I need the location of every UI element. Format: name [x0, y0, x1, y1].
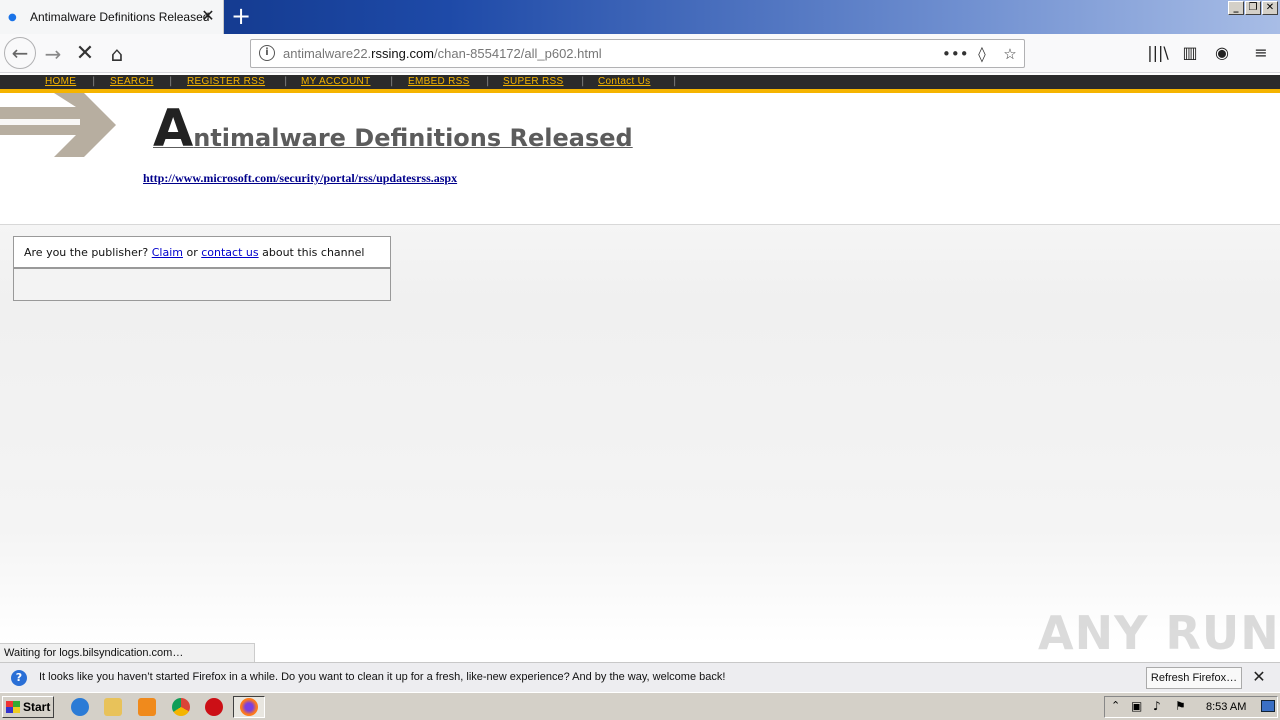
page-content: HOME | SEARCH | REGISTER RSS | MY ACCOUN…	[0, 73, 1280, 643]
opera-icon[interactable]	[205, 698, 223, 716]
account-icon[interactable]: ◉	[1210, 41, 1234, 65]
bookmark-star-icon[interactable]: ☆	[999, 43, 1021, 65]
firefox-icon	[240, 698, 258, 716]
screen: ● Antimalware Definitions Released ✕ + _…	[0, 0, 1280, 720]
url-bar[interactable]: i antimalware22.rssing.com/chan-8554172/…	[250, 39, 1025, 68]
site-info-icon[interactable]: i	[259, 45, 275, 61]
home-icon: ⌂	[110, 42, 124, 66]
contact-us-link[interactable]: contact us	[201, 246, 258, 259]
claim-link[interactable]: Claim	[152, 246, 183, 259]
show-desktop-icon[interactable]	[1261, 700, 1275, 712]
menu-icon[interactable]: ≡	[1249, 41, 1273, 65]
tray-expand-icon[interactable]: ⌃	[1111, 699, 1120, 712]
close-window-button[interactable]: ✕	[1262, 1, 1278, 15]
channel-header: Antimalware Definitions Released http://…	[0, 93, 1280, 225]
stop-loading-button[interactable]: ✕	[70, 39, 100, 69]
menu-super-rss-link[interactable]: SUPER RSS	[503, 76, 564, 87]
home-button[interactable]: ⌂	[102, 39, 132, 69]
menu-separator: |	[390, 76, 394, 87]
publisher-text: Are you the publisher? Claim or contact …	[24, 246, 365, 259]
internet-explorer-icon[interactable]	[71, 698, 89, 716]
menu-separator: |	[673, 76, 677, 87]
publisher-box: Are you the publisher? Claim or contact …	[13, 236, 391, 301]
menu-register-rss-link[interactable]: REGISTER RSS	[187, 76, 265, 87]
system-tray: ⌃ ▣ ♪ ⚑	[1104, 696, 1278, 718]
tab-loading-icon: ●	[8, 12, 17, 23]
feed-source-link[interactable]: http://www.microsoft.com/security/portal…	[143, 171, 457, 186]
back-arrow-icon: ←	[11, 41, 29, 65]
stop-icon: ✕	[75, 41, 95, 66]
tab-title: Antimalware Definitions Released	[30, 10, 210, 24]
windows-taskbar: Start ⌃ ▣ ♪ ⚑ 8:53 AM	[0, 692, 1280, 720]
action-center-flag-icon[interactable]: ⚑	[1175, 699, 1186, 713]
site-menu: HOME | SEARCH | REGISTER RSS | MY ACCOUN…	[0, 75, 1280, 89]
forward-arrow-icon: →	[44, 42, 62, 66]
close-tab-icon[interactable]: ✕	[199, 7, 217, 25]
menu-search-link[interactable]: SEARCH	[110, 76, 153, 87]
minimize-window-button[interactable]: _	[1228, 1, 1244, 15]
firefox-taskbar-button[interactable]	[233, 696, 265, 718]
file-explorer-icon[interactable]	[104, 698, 122, 716]
clock: 8:53 AM	[1206, 701, 1247, 713]
sidebar-icon[interactable]: ▥	[1178, 41, 1202, 65]
refresh-firefox-button[interactable]: Refresh Firefox…	[1146, 667, 1242, 689]
close-notification-icon[interactable]: ✕	[1250, 668, 1268, 686]
chrome-icon[interactable]	[172, 698, 190, 716]
menu-separator: |	[92, 76, 96, 87]
network-icon[interactable]: ▣	[1131, 699, 1142, 713]
notification-message: It looks like you haven’t started Firefo…	[39, 671, 726, 683]
new-tab-button[interactable]: +	[228, 4, 254, 30]
forward-button[interactable]: →	[38, 39, 68, 69]
windows-logo-icon	[6, 701, 20, 713]
menu-home-link[interactable]: HOME	[45, 76, 76, 87]
media-player-icon[interactable]	[138, 698, 156, 716]
status-bar: Waiting for logs.bilsyndication.com…	[0, 643, 255, 662]
pocket-icon[interactable]: ◊	[971, 43, 993, 65]
back-button[interactable]: ←	[4, 37, 36, 69]
arrow-logo-icon	[0, 93, 116, 157]
anyrun-watermark: ANY RUN	[1038, 606, 1280, 660]
browser-nav-bar: ← → ✕ ⌂ i antimalware22.rssing.com/chan-…	[0, 34, 1280, 73]
url-text[interactable]: antimalware22.rssing.com/chan-8554172/al…	[283, 46, 602, 61]
browser-tab-bar: ● Antimalware Definitions Released ✕ + _…	[0, 0, 1280, 34]
menu-contact-us-link[interactable]: Contact Us	[598, 76, 650, 87]
browser-tab[interactable]: ● Antimalware Definitions Released ✕	[0, 0, 224, 34]
start-button[interactable]: Start	[2, 696, 54, 718]
library-icon[interactable]: |||\	[1146, 41, 1170, 65]
restore-window-button[interactable]: ❐	[1245, 1, 1261, 15]
menu-my-account-link[interactable]: MY ACCOUNT	[301, 76, 371, 87]
publisher-box-top: Are you the publisher? Claim or contact …	[14, 237, 390, 269]
info-icon: ?	[11, 670, 27, 686]
menu-separator: |	[486, 76, 490, 87]
menu-separator: |	[581, 76, 585, 87]
channel-title[interactable]: Antimalware Definitions Released	[153, 103, 633, 155]
menu-separator: |	[284, 76, 288, 87]
menu-separator: |	[169, 76, 173, 87]
menu-embed-rss-link[interactable]: EMBED RSS	[408, 76, 470, 87]
page-actions-icon[interactable]: •••	[942, 43, 969, 65]
header-divider	[0, 224, 1280, 225]
volume-icon[interactable]: ♪	[1153, 699, 1161, 713]
notification-bar: ? It looks like you haven’t started Fire…	[0, 662, 1280, 692]
